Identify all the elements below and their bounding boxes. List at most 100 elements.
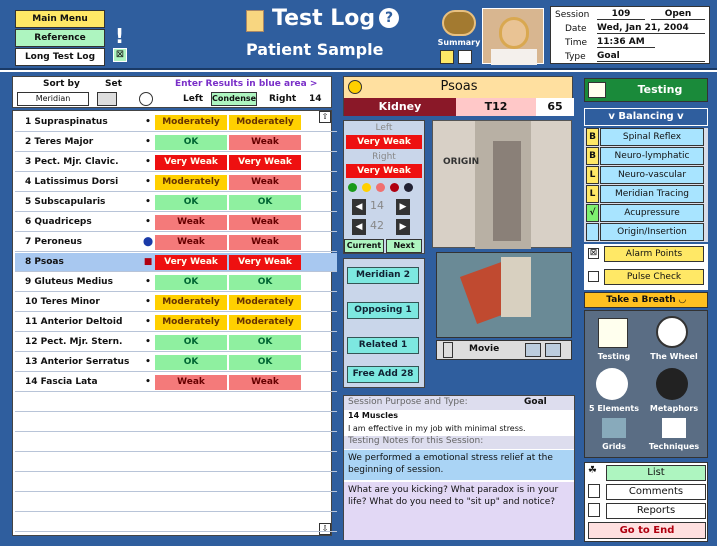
yellow-dot-icon[interactable]: [362, 183, 371, 192]
notes-text[interactable]: We performed a emotional stress relief a…: [344, 450, 574, 480]
right-result-cell[interactable]: Very Weak: [229, 154, 301, 170]
techniques-icon[interactable]: [662, 418, 686, 438]
left-result-cell[interactable]: Weak: [155, 214, 227, 230]
muscle-label[interactable]: 14 Fascia Lata: [15, 377, 141, 387]
left-result-cell[interactable]: Very Weak: [155, 154, 227, 170]
purpose-text[interactable]: I am effective in my job with minimal st…: [348, 424, 526, 433]
left-result-cell[interactable]: OK: [155, 134, 227, 150]
reports-button[interactable]: Reports: [606, 503, 706, 519]
muscle-label[interactable]: 11 Anterior Deltoid: [15, 317, 141, 327]
condense-button[interactable]: Condense: [211, 92, 257, 106]
next-button[interactable]: Next: [386, 239, 422, 253]
free-add-button[interactable]: Free Add 28: [347, 366, 419, 383]
right-result-cell[interactable]: Moderately: [229, 114, 301, 130]
left-result-cell[interactable]: Moderately: [155, 114, 227, 130]
type-field[interactable]: Goal: [597, 51, 705, 62]
left-result-cell[interactable]: Moderately: [155, 174, 227, 190]
right-result-cell[interactable]: OK: [229, 354, 301, 370]
date-field[interactable]: Wed, Jan 21, 2004: [597, 23, 705, 34]
wheel-icon[interactable]: [656, 316, 688, 348]
long-test-log-button[interactable]: Long Test Log: [15, 48, 105, 66]
right-result-cell[interactable]: Very Weak: [229, 254, 301, 270]
summary-icon[interactable]: [442, 10, 476, 36]
movie-open-icon[interactable]: [545, 343, 561, 357]
alarm-points-button[interactable]: Alarm Points: [604, 246, 704, 262]
help-icon[interactable]: ?: [379, 8, 399, 28]
table-row[interactable]: 6 Quadriceps • Weak Weak: [15, 213, 337, 232]
set-wheel-icon[interactable]: [139, 92, 153, 106]
table-row[interactable]: 1 Supraspinatus • Moderately Moderately: [15, 113, 337, 132]
right-result-cell[interactable]: Weak: [229, 134, 301, 150]
left-result-cell[interactable]: OK: [155, 194, 227, 210]
left-result-cell[interactable]: Moderately: [155, 294, 227, 310]
left-result[interactable]: Very Weak: [346, 135, 422, 149]
muscle-label[interactable]: 6 Quadriceps: [15, 217, 141, 227]
right-result-cell[interactable]: Moderately: [229, 294, 301, 310]
summary-print-icon[interactable]: [440, 50, 454, 64]
left-result-cell[interactable]: Weak: [155, 234, 227, 250]
table-row[interactable]: 7 Peroneus ⬤ Weak Weak: [15, 233, 337, 252]
table-row[interactable]: 13 Anterior Serratus • OK OK: [15, 353, 337, 372]
left-result-cell[interactable]: Very Weak: [155, 254, 227, 270]
neuro-vascular-button[interactable]: Neuro-vascular: [600, 166, 704, 184]
five-elements-icon[interactable]: [596, 368, 628, 400]
left-result-cell[interactable]: OK: [155, 274, 227, 290]
meridian-tracing-button[interactable]: Meridian Tracing: [600, 185, 704, 203]
table-row[interactable]: 8 Psoas ■ Very Weak Very Weak: [15, 253, 337, 272]
take-breath-button[interactable]: Take a Breath ◡: [584, 292, 708, 308]
table-row[interactable]: [15, 433, 337, 452]
prev-left-icon[interactable]: ◀: [352, 199, 366, 215]
grids-icon[interactable]: [602, 418, 626, 438]
table-row[interactable]: 11 Anterior Deltoid • Moderately Moderately: [15, 313, 337, 332]
table-row[interactable]: 4 Latissimus Dorsi • Moderately Weak: [15, 173, 337, 192]
dark-dot-icon[interactable]: [404, 183, 413, 192]
right-result-cell[interactable]: Weak: [229, 374, 301, 390]
pulse-check-button[interactable]: Pulse Check: [604, 269, 704, 285]
metaphors-icon[interactable]: [656, 368, 688, 400]
table-row[interactable]: [15, 513, 337, 532]
table-row[interactable]: [15, 473, 337, 492]
checkbox-icon[interactable]: ⊠: [113, 48, 127, 62]
table-row[interactable]: 3 Pect. Mjr. Clavic. • Very Weak Very Weak: [15, 153, 337, 172]
muscle-label[interactable]: 12 Pect. Mjr. Stern.: [15, 337, 141, 347]
left-result-cell[interactable]: Moderately: [155, 314, 227, 330]
origin-insertion-button[interactable]: Origin/Insertion: [600, 223, 704, 241]
muscle-label[interactable]: 7 Peroneus: [15, 237, 141, 247]
muscle-label[interactable]: 9 Gluteus Medius: [15, 277, 141, 287]
acupressure-button[interactable]: Acupressure: [600, 204, 704, 222]
left-result-cell[interactable]: OK: [155, 354, 227, 370]
testing-tool-icon[interactable]: [598, 318, 628, 348]
question-text[interactable]: What are you kicking? What paradox is in…: [344, 482, 574, 540]
balancing-header[interactable]: v Balancing v: [584, 108, 708, 126]
alert-icon[interactable]: !: [115, 25, 125, 47]
summary-add-icon[interactable]: [458, 50, 472, 64]
right-result-cell[interactable]: OK: [229, 334, 301, 350]
table-row[interactable]: [15, 413, 337, 432]
next-left-icon[interactable]: ▶: [396, 199, 410, 215]
table-row[interactable]: 14 Fascia Lata • Weak Weak: [15, 373, 337, 392]
table-row[interactable]: 9 Gluteus Medius • OK OK: [15, 273, 337, 292]
muscle-label[interactable]: 10 Teres Minor: [15, 297, 141, 307]
comments-button[interactable]: Comments: [606, 484, 706, 500]
right-result-cell[interactable]: Moderately: [229, 314, 301, 330]
left-result-cell[interactable]: Weak: [155, 374, 227, 390]
right-result-cell[interactable]: Weak: [229, 174, 301, 190]
left-result-cell[interactable]: OK: [155, 334, 227, 350]
movie-play-icon[interactable]: [525, 343, 541, 357]
muscle-label[interactable]: 4 Latissimus Dorsi: [15, 177, 141, 187]
next-right-icon[interactable]: ▶: [396, 219, 410, 235]
muscle-label[interactable]: 3 Pect. Mjr. Clavic.: [15, 157, 141, 167]
spinal-reflex-button[interactable]: Spinal Reflex: [600, 128, 704, 146]
time-field[interactable]: 11:36 AM: [597, 37, 655, 48]
right-result-cell[interactable]: Weak: [229, 234, 301, 250]
pulse-checkbox[interactable]: [588, 271, 599, 282]
muscle-label[interactable]: 8 Psoas: [15, 257, 141, 267]
table-row[interactable]: [15, 453, 337, 472]
meridian-button[interactable]: Meridian 2: [347, 267, 419, 284]
table-row[interactable]: 5 Subscapularis • OK OK: [15, 193, 337, 212]
table-row[interactable]: 10 Teres Minor • Moderately Moderately: [15, 293, 337, 312]
neuro-lymphatic-button[interactable]: Neuro-lymphatic: [600, 147, 704, 165]
table-row[interactable]: [15, 493, 337, 512]
muscle-label[interactable]: 13 Anterior Serratus: [15, 357, 141, 367]
table-row[interactable]: [15, 393, 337, 412]
